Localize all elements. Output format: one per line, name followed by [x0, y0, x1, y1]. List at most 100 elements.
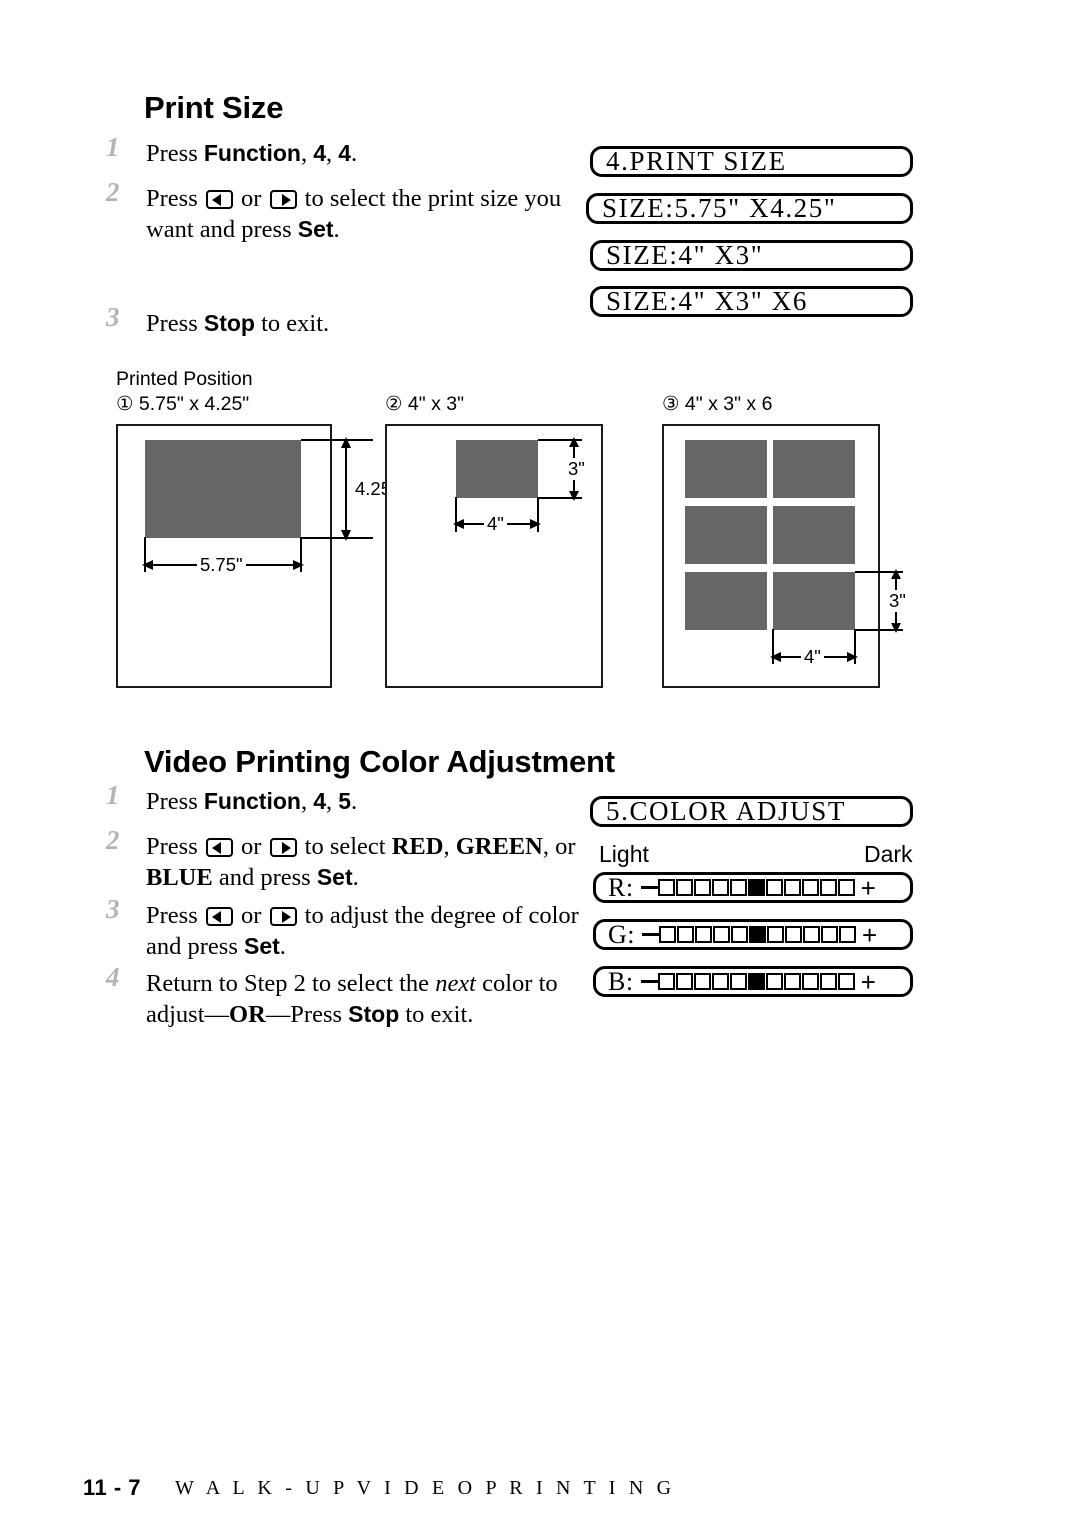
photo-placeholder	[773, 440, 855, 498]
step-text: Press or to select RED, GREEN, or BLUE a…	[146, 831, 586, 893]
key-function: Function	[203, 140, 301, 166]
key-digit: 4	[313, 788, 326, 814]
dimension-label-height-3: 3"	[886, 590, 909, 612]
step-text-fragment: Return to Step 2 to select the	[146, 970, 436, 997]
step-text: Press or to select the print size you wa…	[146, 183, 576, 245]
color-bar-label: B:	[608, 966, 634, 996]
lcd-display-color-adjust-menu: 5.COLOR ADJUST	[590, 796, 913, 827]
step-number: 2	[106, 177, 120, 207]
step-text-fragment: or	[234, 833, 268, 860]
photo-placeholder	[145, 440, 301, 538]
minus-icon	[640, 980, 658, 983]
step-text-fragment: .	[352, 864, 359, 891]
step-item: 1 Press Function, 4, 4.	[106, 134, 556, 169]
step-item: 2 Press or to select the print size you …	[106, 179, 576, 245]
step-text-fragment: ,	[443, 833, 456, 860]
level-cell	[839, 926, 856, 943]
level-cell	[675, 879, 693, 896]
step-text-fragment: ,	[326, 140, 339, 167]
dimension-label-width-2: 4"	[484, 513, 507, 535]
photo-placeholder	[456, 440, 538, 498]
scale-label-dark: Dark	[864, 841, 913, 867]
plus-icon: +	[860, 872, 876, 903]
level-cell	[819, 879, 837, 896]
em-dash: —	[204, 1001, 230, 1028]
lcd-display-size-option-1: SIZE:5.75" X4.25"	[586, 193, 913, 224]
photo-placeholder	[685, 440, 767, 498]
diagram-caption-1: ① 5.75" x 4.25"	[116, 393, 250, 415]
level-cell	[693, 973, 711, 990]
step-number: 2	[106, 825, 120, 855]
level-cell	[657, 879, 675, 896]
step-text: Press Function, 4, 4.	[146, 138, 556, 169]
option-blue: BLUE	[146, 864, 213, 891]
step-text-fragment: ,	[300, 788, 314, 815]
step-item: 4 Return to Step 2 to select the next co…	[106, 964, 606, 1030]
step-text-fragment: Press	[146, 833, 204, 860]
key-set: Set	[243, 933, 280, 959]
step-text-fragment: to exit.	[399, 1001, 474, 1028]
level-cell	[713, 926, 730, 943]
level-cell-active	[747, 973, 765, 990]
level-cell	[657, 973, 675, 990]
step-number: 3	[106, 302, 120, 332]
dimension-arrowheads-vertical	[341, 437, 351, 541]
step-text-fragment: ,	[326, 788, 339, 815]
step-text-fragment: or	[234, 902, 268, 929]
left-arrow-key-icon	[205, 190, 233, 209]
lcd-display-size-option-2: SIZE:4" X3"	[590, 240, 913, 271]
level-cell	[711, 879, 729, 896]
step-text-fragment: Press	[146, 310, 204, 337]
step-item: 3 Press or to adjust the degree of color…	[106, 896, 586, 962]
color-level-cells	[657, 973, 856, 990]
level-cell	[837, 879, 855, 896]
step-text: Press Function, 4, 5.	[146, 786, 556, 817]
dimension-label-width-3: 4"	[801, 646, 824, 668]
step-text-fragment: Press	[290, 1001, 349, 1028]
level-cell	[801, 879, 819, 896]
step-text-fragment: to select	[298, 833, 392, 860]
right-arrow-key-icon	[269, 838, 297, 857]
emphasis-or: OR	[229, 1001, 266, 1028]
color-bar-label: R:	[608, 872, 634, 902]
level-cell	[675, 973, 693, 990]
level-cell	[711, 973, 729, 990]
key-stop: Stop	[203, 310, 255, 336]
diagram-caption-3: ③ 4" x 3" x 6	[662, 393, 773, 415]
lcd-color-bar-green: G: +	[593, 919, 913, 950]
step-number: 3	[106, 894, 120, 924]
step-number: 1	[106, 132, 120, 162]
level-cell	[677, 926, 694, 943]
footer-page-number: 11 - 7	[83, 1475, 142, 1500]
level-cell	[765, 973, 783, 990]
photo-placeholder	[685, 572, 767, 630]
step-item: 2 Press or to select RED, GREEN, or BLUE…	[106, 827, 586, 893]
level-cell	[801, 973, 819, 990]
step-text-fragment: ,	[542, 833, 549, 860]
level-cell	[803, 926, 820, 943]
step-text-fragment: .	[279, 933, 286, 960]
level-cell	[767, 926, 784, 943]
step-text-fragment: ,	[300, 140, 314, 167]
key-digit: 4	[313, 140, 326, 166]
color-level-cells	[657, 879, 856, 896]
dimension-label-height-2: 3"	[565, 458, 588, 480]
level-cell-active	[747, 879, 765, 896]
right-arrow-key-icon	[269, 190, 297, 209]
lcd-display-size-option-3: SIZE:4" X3" X6	[590, 286, 913, 317]
plus-icon: +	[862, 919, 878, 950]
level-cell	[693, 879, 711, 896]
key-stop: Stop	[348, 1001, 400, 1027]
color-level-cells	[659, 926, 857, 943]
step-text-fragment: Press	[146, 140, 204, 167]
lcd-color-bar-red: R: +	[593, 872, 913, 903]
level-cell	[729, 879, 747, 896]
left-arrow-key-icon	[205, 838, 233, 857]
step-text-fragment: and press	[212, 864, 317, 891]
step-text-fragment: .	[333, 216, 340, 243]
step-text-fragment: or	[234, 185, 268, 212]
step-text: Press or to adjust the degree of color a…	[146, 900, 586, 962]
step-text-fragment: .	[351, 788, 358, 815]
level-cell	[695, 926, 712, 943]
level-cell	[785, 926, 802, 943]
